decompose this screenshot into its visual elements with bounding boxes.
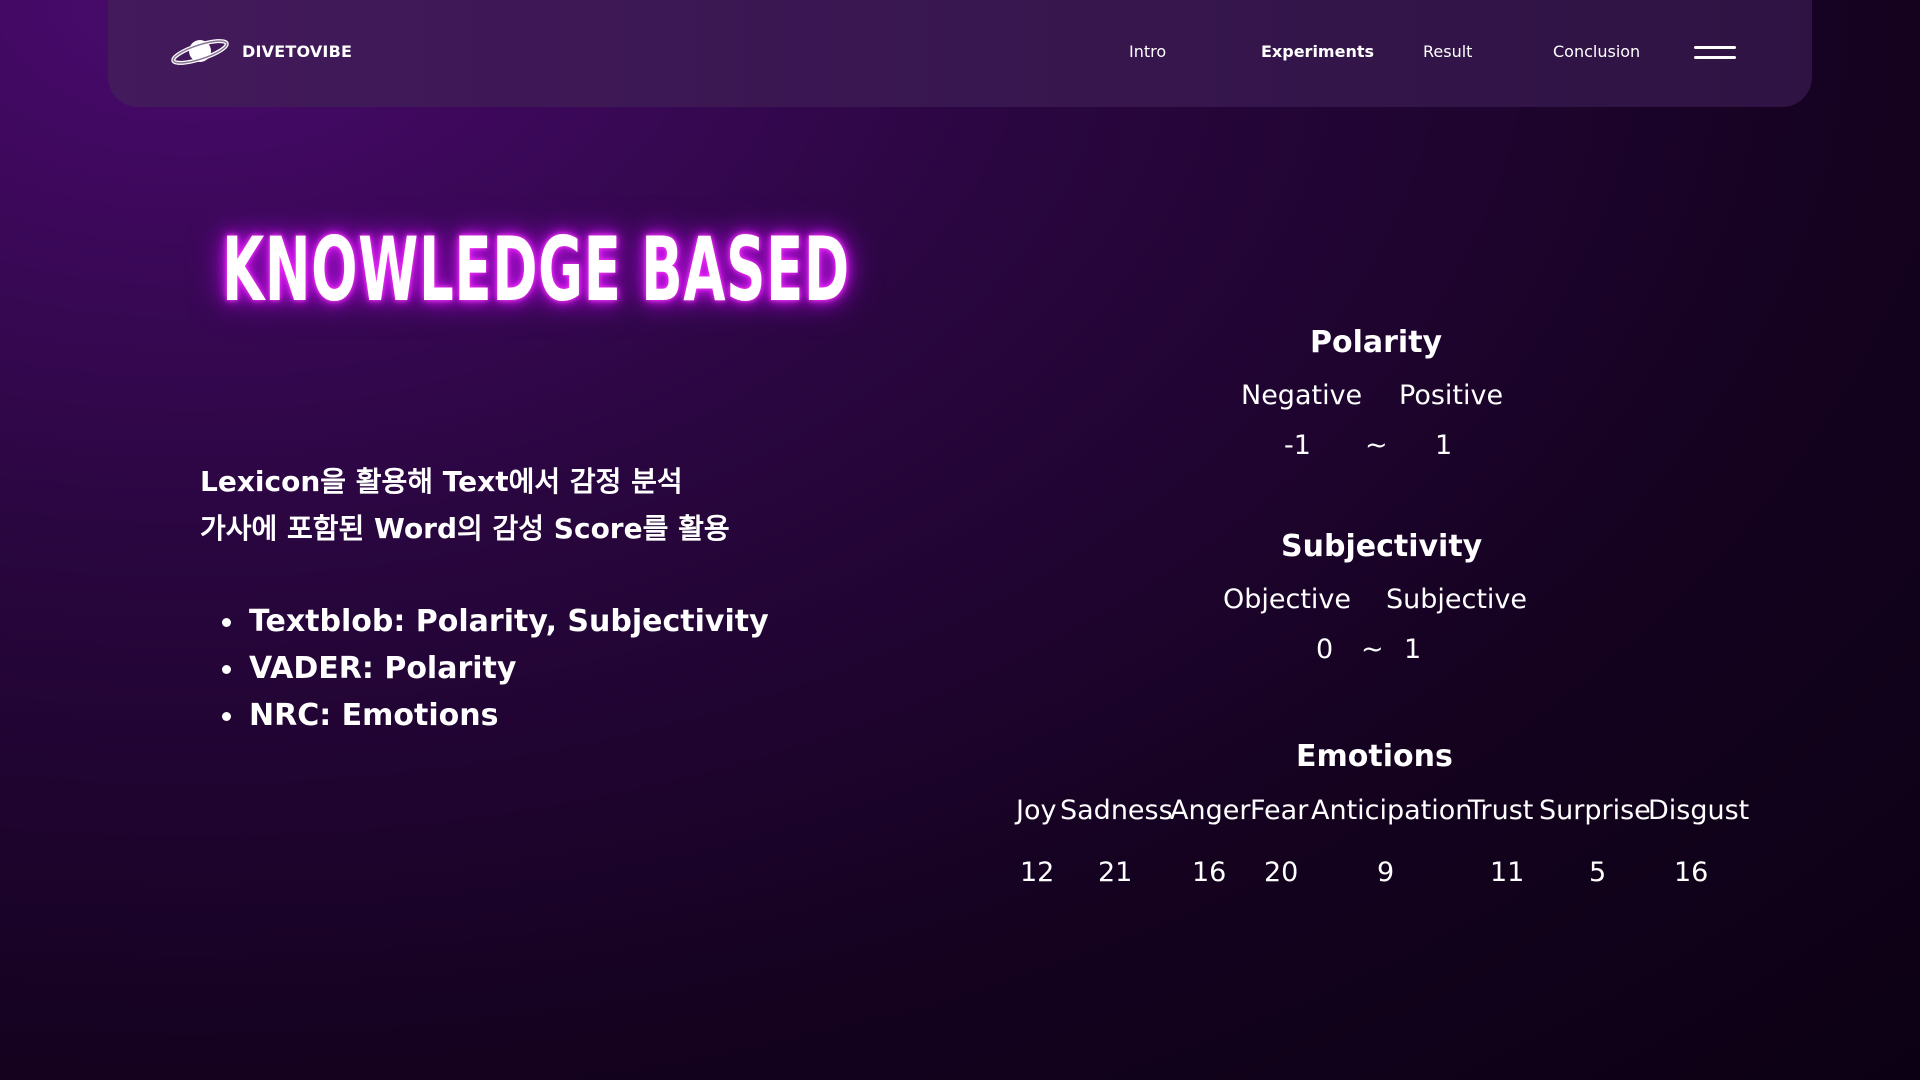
emotion-label-sadness: Sadness <box>1060 795 1173 826</box>
polarity-negative-label: Negative <box>1241 380 1363 411</box>
nav-link-experiments[interactable]: Experiments <box>1261 42 1374 61</box>
page-headline: KNOWLEDGE BASED <box>222 218 850 321</box>
emotion-value-anticipation: 9 <box>1377 857 1395 888</box>
polarity-min-value: -1 <box>1284 430 1311 461</box>
emotion-label-anger: Anger <box>1170 795 1251 826</box>
description: Lexicon을 활용해 Text에서 감정 분석 가사에 포함된 Word의 … <box>200 458 730 552</box>
polarity-title: Polarity <box>1310 325 1443 360</box>
emotion-value-trust: 11 <box>1490 857 1525 888</box>
polarity-max-value: 1 <box>1435 430 1453 461</box>
emotion-label-anticipation: Anticipation <box>1311 795 1473 826</box>
subjectivity-objective-label: Objective <box>1223 584 1352 615</box>
description-line-2: 가사에 포함된 Word의 감성 Score를 활용 <box>200 512 730 545</box>
brand-logo[interactable]: DIVETOVIBE <box>170 32 352 70</box>
emotion-value-sadness: 21 <box>1098 857 1133 888</box>
emotion-value-surprise: 5 <box>1589 857 1607 888</box>
nav-link-intro[interactable]: Intro <box>1129 42 1166 61</box>
emotion-value-anger: 16 <box>1192 857 1227 888</box>
subjectivity-title: Subjectivity <box>1281 529 1483 564</box>
subjectivity-subjective-label: Subjective <box>1386 584 1528 615</box>
emotion-label-disgust: Disgust <box>1648 795 1750 826</box>
polarity-positive-label: Positive <box>1399 380 1504 411</box>
list-item: Textblob: Polarity, Subjectivity <box>220 598 769 645</box>
brand-name: DIVETOVIBE <box>242 41 353 61</box>
planet-icon <box>171 39 229 65</box>
list-item: NRC: Emotions <box>220 692 769 739</box>
emotion-value-joy: 12 <box>1020 857 1055 888</box>
top-navbar: DIVETOVIBE Intro Experiments Result Conc… <box>108 0 1812 107</box>
subjectivity-range-separator: ~ <box>1361 634 1384 665</box>
subjectivity-max-value: 1 <box>1404 634 1422 665</box>
emotion-value-fear: 20 <box>1264 857 1299 888</box>
subjectivity-min-value: 0 <box>1316 634 1334 665</box>
nav-link-result[interactable]: Result <box>1423 42 1472 61</box>
emotion-value-disgust: 16 <box>1674 857 1709 888</box>
emotion-label-surprise: Surprise <box>1539 795 1651 826</box>
emotion-label-joy: Joy <box>1016 795 1057 826</box>
hamburger-menu-icon[interactable] <box>1694 46 1736 62</box>
emotion-label-trust: Trust <box>1468 795 1534 826</box>
list-item: VADER: Polarity <box>220 645 769 692</box>
method-list: Textblob: Polarity, Subjectivity VADER: … <box>220 598 769 739</box>
polarity-range-separator: ~ <box>1365 430 1388 461</box>
nav-link-conclusion[interactable]: Conclusion <box>1553 42 1640 61</box>
emotions-title: Emotions <box>1296 739 1453 774</box>
emotion-label-fear: Fear <box>1250 795 1309 826</box>
description-line-1: Lexicon을 활용해 Text에서 감정 분석 <box>200 465 683 498</box>
